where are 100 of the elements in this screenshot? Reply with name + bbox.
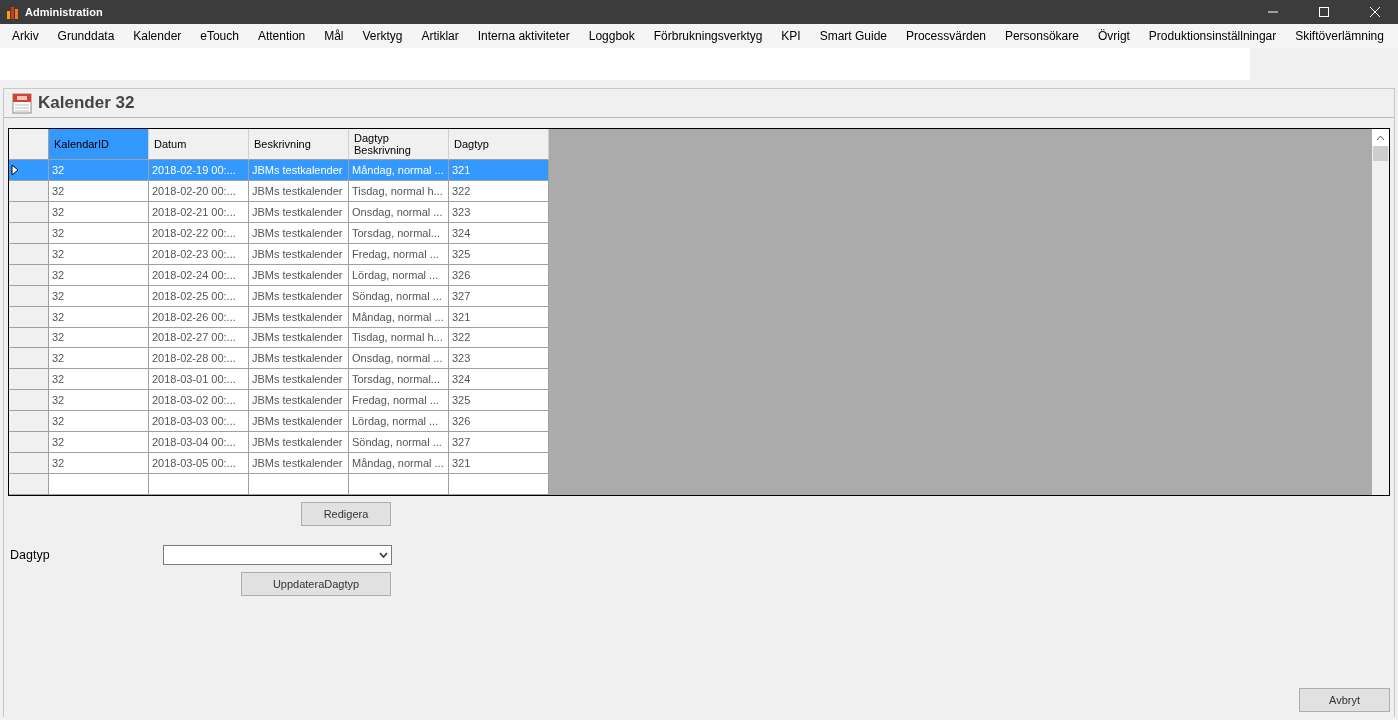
menu-item[interactable]: Arkiv — [12, 29, 39, 43]
table-cell: 325 — [449, 243, 549, 265]
table-cell: 321 — [449, 306, 549, 328]
menu-item[interactable]: Processvärden — [905, 29, 986, 43]
table-cell: JBMs testkalender — [249, 160, 349, 181]
table-cell: 2018-03-04 00:... — [149, 432, 249, 454]
table-cell: 2018-02-19 00:... — [149, 160, 249, 181]
dropdown-field[interactable] — [163, 545, 392, 565]
update-button[interactable]: UppdateraDagtyp — [241, 572, 391, 596]
current-row-icon — [11, 163, 19, 176]
table-cell: 2018-02-22 00:... — [149, 222, 249, 244]
menu-item[interactable]: Smart Guide — [819, 29, 887, 43]
table-cell: Fredag, normal ... — [349, 390, 449, 412]
table-cell: Torsdag, normal... — [349, 369, 449, 391]
table-cell: 327 — [449, 432, 549, 454]
row-header[interactable] — [9, 432, 49, 454]
row-header[interactable] — [9, 390, 49, 412]
table-cell: 2018-02-25 00:... — [149, 285, 249, 307]
table-cell: Lördag, normal ... — [349, 411, 449, 433]
menu-item[interactable]: Produktionsinställningar — [1148, 29, 1277, 43]
row-header[interactable] — [9, 453, 49, 475]
table-cell: 32 — [49, 243, 149, 265]
column-header[interactable]: Beskrivning — [249, 129, 349, 160]
chevron-down-icon — [379, 552, 388, 558]
maximize-icon — [1319, 7, 1329, 17]
menu-item[interactable]: Interna aktiviteter — [477, 29, 570, 43]
table-cell: 2018-02-24 00:... — [149, 264, 249, 286]
menu-item[interactable]: Loggbok — [588, 29, 635, 43]
row-header[interactable] — [9, 411, 49, 433]
table-cell: Måndag, normal ... — [349, 306, 449, 328]
menu-item[interactable]: eTouch — [200, 29, 239, 43]
row-header[interactable] — [9, 201, 49, 223]
menu-item[interactable]: Personsökare — [1004, 29, 1079, 43]
close-icon — [1370, 7, 1380, 17]
row-header[interactable] — [9, 306, 49, 328]
scroll-thumb[interactable] — [1373, 146, 1388, 161]
table-cell: 32 — [49, 222, 149, 244]
calendar-icon — [12, 92, 32, 114]
window-title: Administration — [25, 6, 104, 18]
row-header[interactable] — [9, 285, 49, 307]
column-header[interactable]: Dagtyp — [449, 129, 549, 160]
table-cell: 32 — [49, 306, 149, 328]
table-cell: 2018-02-28 00:... — [149, 348, 249, 370]
table-cell: 32 — [49, 390, 149, 412]
row-header[interactable] — [9, 180, 49, 202]
table-cell: JBMs testkalender — [249, 369, 349, 391]
row-header[interactable] — [9, 160, 49, 181]
menu-item[interactable]: Grunddata — [57, 29, 115, 43]
table-cell: JBMs testkalender — [249, 306, 349, 328]
table-cell: Fredag, normal ... — [349, 243, 449, 265]
cancel-button[interactable]: Avbryt — [1299, 688, 1390, 712]
table-cell: JBMs testkalender — [249, 222, 349, 244]
table-cell: 2018-03-02 00:... — [149, 390, 249, 412]
table-cell: 326 — [449, 411, 549, 433]
menu-item[interactable]: Mål — [324, 29, 344, 43]
menu-item[interactable]: KPI — [781, 29, 801, 43]
column-header[interactable]: KalendarID — [49, 129, 149, 160]
table-cell: Lördag, normal ... — [349, 264, 449, 286]
field-label: Dagtyp — [9, 548, 51, 562]
edit-button[interactable]: Redigera — [301, 502, 391, 526]
row-header[interactable] — [9, 264, 49, 286]
table-cell: JBMs testkalender — [249, 327, 349, 349]
menu-item[interactable]: Förbrukningsverktyg — [653, 29, 763, 43]
scroll-up-icon[interactable] — [1376, 134, 1385, 141]
table-cell: 321 — [449, 160, 549, 181]
table-cell: JBMs testkalender — [249, 390, 349, 412]
menu-item[interactable]: Skiftöverlämning — [1295, 29, 1384, 43]
table-cell: Söndag, normal ... — [349, 285, 449, 307]
menu-item[interactable]: Attention — [257, 29, 306, 43]
table-cell: 2018-02-20 00:... — [149, 180, 249, 202]
table-cell: JBMs testkalender — [249, 180, 349, 202]
table-cell: JBMs testkalender — [249, 453, 349, 475]
table-cell: 2018-02-26 00:... — [149, 306, 249, 328]
menu-item[interactable]: Verktyg — [362, 29, 403, 43]
row-header[interactable] — [9, 369, 49, 391]
menu-item[interactable]: Kalender — [133, 29, 182, 43]
row-header[interactable] — [9, 243, 49, 265]
table-cell: Onsdag, normal ... — [349, 348, 449, 370]
table-cell: 324 — [449, 222, 549, 244]
table-cell: 2018-03-01 00:... — [149, 369, 249, 391]
row-header[interactable] — [9, 474, 49, 495]
table-cell: JBMs testkalender — [249, 285, 349, 307]
table-cell: 323 — [449, 348, 549, 370]
table-cell: 32 — [49, 160, 149, 181]
table-cell: Måndag, normal ... — [349, 160, 449, 181]
scrollbar[interactable] — [1372, 129, 1389, 495]
menu-item[interactable]: Övrigt — [1097, 29, 1130, 43]
table-cell: 32 — [49, 264, 149, 286]
table-cell: 2018-02-27 00:... — [149, 327, 249, 349]
table-cell: 32 — [49, 369, 149, 391]
table-cell: 2018-02-21 00:... — [149, 201, 249, 223]
row-header[interactable] — [9, 222, 49, 244]
column-header[interactable]: Dagtyp Beskrivning — [349, 129, 449, 160]
menu-item[interactable]: Artiklar — [421, 29, 459, 43]
row-header[interactable] — [9, 327, 49, 349]
table-cell: JBMs testkalender — [249, 432, 349, 454]
table-cell: 32 — [49, 327, 149, 349]
table-cell: 32 — [49, 432, 149, 454]
column-header[interactable]: Datum — [149, 129, 249, 160]
row-header[interactable] — [9, 348, 49, 370]
